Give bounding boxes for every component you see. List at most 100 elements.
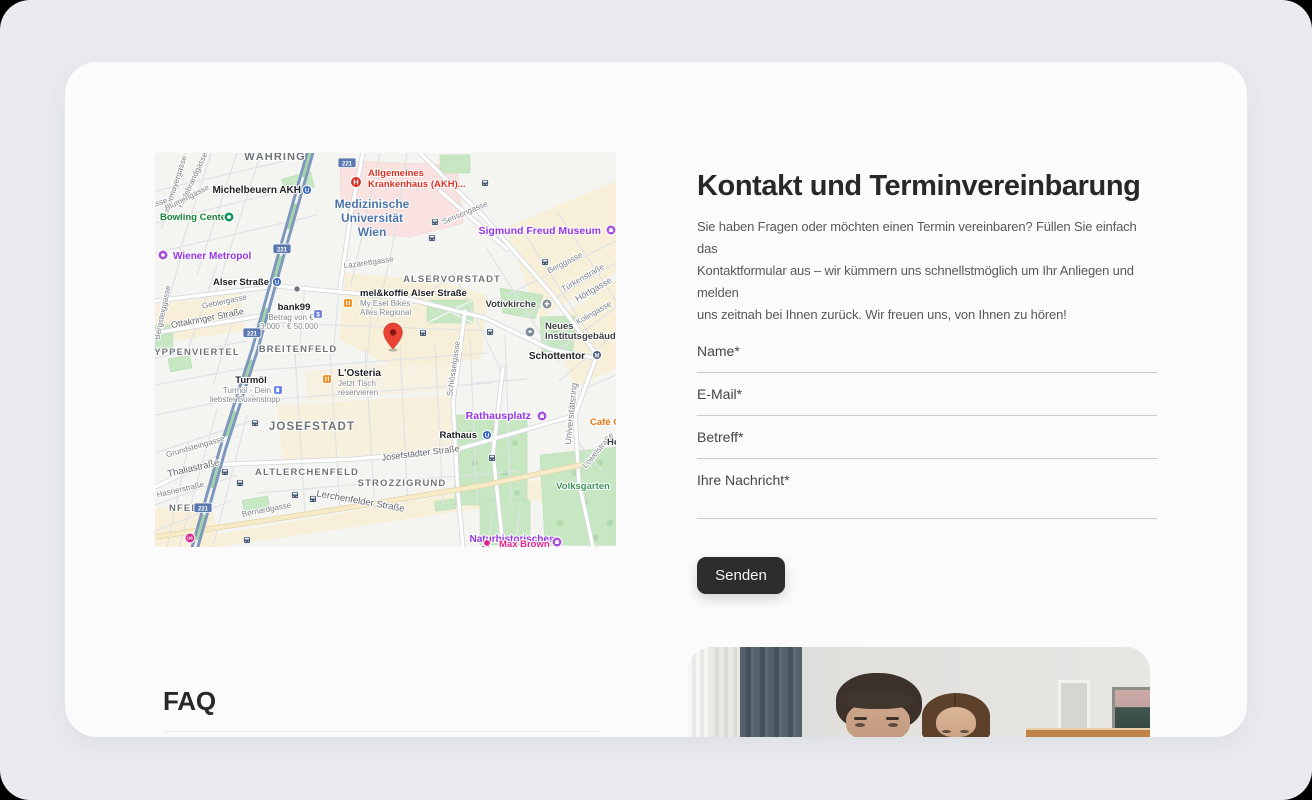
poi-label: Alser Straße <box>213 277 269 288</box>
bus-icon <box>221 468 228 475</box>
poi-label: Michelbeuern AKH <box>212 185 301 196</box>
man-eyebrow-left <box>854 717 867 720</box>
poi-label: reservieren <box>338 388 378 397</box>
poi-label: Institutsgebäude <box>545 331 616 342</box>
district-label: BREITENFELD <box>259 344 338 355</box>
svg-text:M: M <box>595 353 600 359</box>
bus-icon <box>251 419 258 426</box>
district-label: WÄHRING <box>244 153 305 163</box>
poi-label: bank99 <box>278 302 311 313</box>
svg-text:221: 221 <box>198 506 209 512</box>
man-eye-right <box>888 723 898 727</box>
faq-title: FAQ <box>163 688 600 714</box>
poi-label: L'Osteria <box>338 368 381 379</box>
field-label: Ihre Nachricht* <box>697 472 1159 488</box>
poi-label: Max Brown <box>499 539 550 547</box>
poi-label: Alles Regional <box>360 308 411 317</box>
field-input-ihrenachricht[interactable] <box>697 488 1157 519</box>
man-eyebrow-right <box>886 717 899 720</box>
woman-eye-right <box>960 730 969 733</box>
location-map[interactable]: WÄHRINGALSERVORSTADTBREITENFELDYPPENVIER… <box>155 153 616 547</box>
bus-icon <box>243 536 250 543</box>
poi-label: Rathausplatz <box>466 410 531 422</box>
route-badge: 221 <box>194 503 212 513</box>
man-eye-left <box>855 723 865 727</box>
route-badge: 221 <box>243 328 261 338</box>
bus-icon <box>419 329 426 336</box>
content-card: WÄHRINGALSERVORSTADTBREITENFELDYPPENVIER… <box>65 62 1247 737</box>
poi-label: Krankenhaus (AKH)... <box>368 179 466 190</box>
bus-icon <box>541 258 548 265</box>
shop-icon <box>484 540 491 547</box>
field-input-name[interactable] <box>697 359 1157 373</box>
field-label: Betreff* <box>697 429 1159 445</box>
man-fringe <box>840 691 916 709</box>
woman-eye-left <box>942 730 951 733</box>
poi-label: Betrag von € <box>268 313 314 322</box>
district-label: STROZZIGRUND <box>358 478 447 489</box>
faq-divider <box>163 731 600 732</box>
poi-label: Bowling Center <box>160 212 230 223</box>
poi-label: 3.000 - € 50.000 <box>260 322 319 331</box>
poi-label: Wien <box>358 225 387 239</box>
route-badge: 221 <box>338 158 356 168</box>
district-label: JOSEFSTADT <box>269 421 355 433</box>
svg-text:U: U <box>275 280 279 286</box>
bank-icon: $ <box>314 310 323 319</box>
poi-label: mel&koffie Alser Straße <box>360 288 467 299</box>
bus-icon <box>309 495 316 502</box>
poi-label: liebster Boxenstopp <box>210 395 281 404</box>
svg-text:H: H <box>353 178 358 187</box>
ubahn-icon: U <box>482 430 491 439</box>
district-label: ALTLERCHENFELD <box>255 467 359 478</box>
svg-text:221: 221 <box>342 161 353 167</box>
field-input-betreff[interactable] <box>697 445 1157 459</box>
form-field: Betreff* <box>697 429 1159 459</box>
poi-label: Universität <box>341 211 403 225</box>
contact-intro: Sie haben Fragen oder möchten einen Term… <box>697 216 1159 326</box>
field-input-email[interactable] <box>697 402 1157 416</box>
bus-icon <box>236 479 243 486</box>
send-button[interactable]: Senden <box>697 557 785 594</box>
form-field: Name* <box>697 343 1159 373</box>
poi-label: Votivkirche <box>485 299 536 310</box>
field-label: Name* <box>697 343 1159 359</box>
field-label: E-Mail* <box>697 386 1159 402</box>
u6-icon: U6 <box>185 533 195 543</box>
bus-icon <box>481 179 488 186</box>
fuel-icon <box>274 386 283 395</box>
museum-icon <box>537 411 547 421</box>
bus-icon <box>291 491 298 498</box>
svg-text:221: 221 <box>247 331 258 337</box>
restaurant-icon <box>344 299 353 308</box>
bus-icon <box>428 234 435 241</box>
bus-icon <box>488 454 495 461</box>
woman-face <box>936 707 976 737</box>
poi-label: Turmöl <box>235 375 267 386</box>
poi-label: Rathaus <box>440 430 477 441</box>
poi-label: Allgemeines <box>368 168 424 179</box>
poi-label: He <box>607 437 616 448</box>
svg-text:U: U <box>485 433 489 439</box>
wooden-sideboard <box>1026 728 1150 737</box>
metro-icon: M <box>592 350 601 359</box>
poi-label: Sigmund Freud Museum <box>478 225 601 237</box>
bowling-icon <box>224 212 234 222</box>
poi-label: Turmöl - Dein <box>223 386 271 395</box>
contact-form: Name* E-Mail* Betreff* Ihre Nachricht* <box>697 343 1159 519</box>
ubahn-icon: U <box>272 277 281 286</box>
district-label: ALSERVORSTADT <box>403 274 501 285</box>
bus-icon <box>431 218 438 225</box>
page-background: WÄHRINGALSERVORSTADTBREITENFELDYPPENVIER… <box>0 0 1312 800</box>
poi-label: Medizinische <box>335 197 410 211</box>
faq-section: FAQ <box>163 688 600 714</box>
poi-label: Café Ce <box>590 417 616 428</box>
bus-icon <box>486 328 493 335</box>
poi-label: My Esel Bikes - <box>360 299 415 308</box>
svg-text:U6: U6 <box>187 536 193 541</box>
consultation-photo <box>688 647 1150 737</box>
restaurant-icon <box>323 375 332 384</box>
contact-section: Kontakt und Terminvereinbarung Sie haben… <box>697 170 1159 594</box>
form-field: Ihre Nachricht* <box>697 472 1159 519</box>
ubahn-icon: U <box>302 185 311 194</box>
